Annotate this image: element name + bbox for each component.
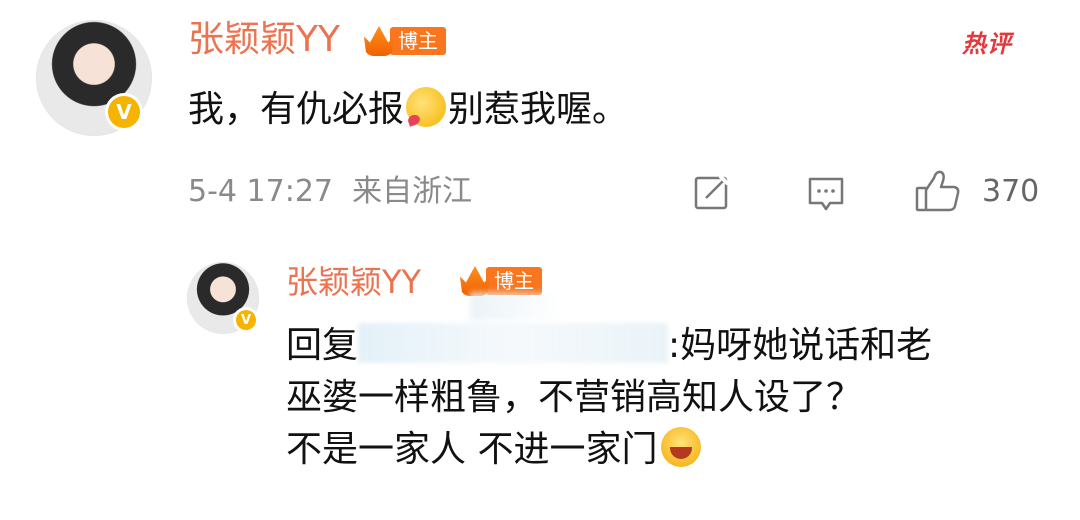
reply-line-3-text: 不是一家人 不进一家门 — [286, 429, 658, 470]
comment-icon[interactable] — [806, 174, 846, 214]
redacted-username — [358, 323, 669, 363]
comment-meta: 5-4 17:27 来自浙江 — [188, 170, 472, 214]
comment-text-part2: 别惹我喔。 — [448, 89, 629, 130]
reply-line-2: 巫婆一样粗鲁，不营销高知人设了？ — [286, 377, 863, 418]
reply-blogger-badge-label: 博主 — [486, 267, 542, 295]
laughing-emoji-icon — [661, 427, 702, 467]
blush-heart-emoji-icon — [406, 87, 447, 127]
comment-date: 5-4 17:27 — [188, 174, 333, 209]
blur-overlay — [470, 292, 560, 320]
thumbs-up-icon[interactable] — [914, 168, 962, 214]
verified-badge-icon: V — [236, 310, 256, 330]
comment-text: 我，有仇必报 别惹我喔。 — [188, 86, 628, 134]
reply-line-3: 不是一家人 不进一家门 — [286, 424, 1046, 476]
reply-prefix: 回复 — [286, 325, 359, 366]
comment-text-part1: 我，有仇必报 — [188, 89, 405, 130]
reply-username[interactable]: 张颖颖YY — [286, 262, 421, 302]
reply-text: 回复 :妈呀她说话和老 巫婆一样粗鲁，不营销高知人设了？ 不是一家人 不进一家门 — [286, 320, 1046, 476]
hot-comment-tag: 热评 — [962, 30, 1012, 58]
blogger-badge: 博主 — [364, 24, 446, 58]
verified-badge-icon: V — [108, 96, 140, 128]
comment-location: 来自浙江 — [352, 174, 473, 209]
blogger-badge-label: 博主 — [390, 27, 446, 55]
reply-quote: :妈呀她说话和老 — [668, 325, 933, 366]
username[interactable]: 张颖颖YY — [188, 18, 340, 62]
edit-icon[interactable] — [692, 172, 732, 212]
like-count: 370 — [982, 174, 1040, 209]
reply-line-1: 回复 :妈呀她说话和老 — [286, 320, 1046, 372]
